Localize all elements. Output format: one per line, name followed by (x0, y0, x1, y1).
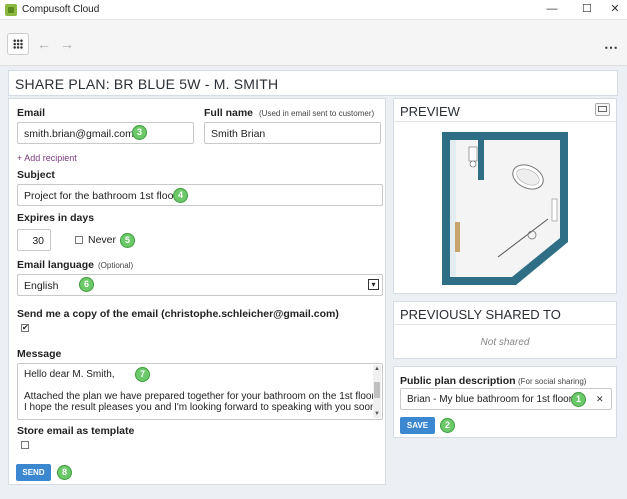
grid-icon (13, 39, 23, 49)
never-label: Never (88, 234, 117, 246)
marker-8: 8 (57, 465, 72, 480)
message-line-3: Attached the plan we have prepared toget… (24, 391, 378, 402)
store-template-checkbox[interactable] (21, 441, 29, 449)
public-description-label: Public plan description (400, 375, 516, 387)
scroll-up-icon[interactable]: ▲ (373, 365, 381, 373)
email-field[interactable]: smith.brian@gmail.com (17, 122, 194, 144)
maximize-button[interactable]: ☐ (572, 0, 602, 20)
public-description-hint: (For social sharing) (518, 377, 587, 386)
language-select[interactable]: English ▾ (17, 274, 383, 296)
previously-shared-separator (394, 324, 616, 325)
preview-title: PREVIEW (400, 104, 460, 119)
send-button[interactable]: SEND (16, 464, 51, 481)
send-copy-checkbox[interactable]: ✔ (21, 324, 29, 332)
message-textarea[interactable]: Hello dear M. Smith, Attached the plan w… (17, 363, 383, 420)
template-label: Store email as template (17, 425, 135, 437)
language-hint: (Optional) (98, 261, 134, 270)
scroll-down-icon[interactable]: ▼ (373, 410, 381, 418)
forward-button[interactable]: → (56, 33, 78, 55)
message-line-1: Hello dear M. Smith, (24, 369, 115, 380)
apps-grid-button[interactable] (7, 33, 29, 55)
marker-3: 3 (132, 125, 147, 140)
marker-7: 7 (135, 367, 150, 382)
page-body: SHARE PLAN: BR BLUE 5W - M. SMITH Email … (0, 66, 627, 499)
window-titlebar: Compusoft Cloud — ☐ ✕ (0, 0, 627, 20)
marker-6: 6 (79, 277, 94, 292)
scroll-thumb[interactable] (374, 382, 380, 398)
minimize-button[interactable]: — (537, 0, 567, 20)
message-line-4: I hope the result pleases you and I'm lo… (24, 402, 379, 413)
not-shared-text: Not shared (480, 337, 530, 348)
fullname-hint: (Used in email sent to customer) (259, 109, 375, 118)
page-header: SHARE PLAN: BR BLUE 5W - M. SMITH (8, 70, 618, 96)
clear-icon[interactable]: ✕ (596, 394, 604, 405)
monitor-icon[interactable] (595, 103, 610, 116)
add-recipient-link[interactable]: + Add recipient (17, 153, 77, 163)
floor-plan-image[interactable] (436, 127, 574, 290)
public-description-card: Public plan description (For social shar… (393, 366, 617, 438)
chevron-down-icon: ▾ (368, 279, 379, 290)
more-options-icon[interactable]: ⋯ (604, 40, 619, 54)
toolbar: ← → ⋯ (0, 20, 627, 66)
fullname-field[interactable]: Smith Brian (204, 122, 381, 144)
save-button[interactable]: SAVE (400, 417, 435, 434)
marker-4: 4 (173, 188, 188, 203)
preview-separator (394, 121, 616, 122)
copy-label: Send me a copy of the email (christophe.… (17, 308, 339, 320)
previously-shared-title: PREVIOUSLY SHARED TO (400, 307, 561, 322)
app-icon (5, 4, 17, 16)
subject-field[interactable]: Project for the bathroom 1st floor (17, 184, 383, 206)
message-line-2 (24, 380, 376, 391)
fullname-label: Full name (204, 107, 254, 119)
marker-1: 1 (571, 392, 586, 407)
share-form: Email Full name (Used in email sent to c… (8, 98, 386, 485)
preview-card: PREVIEW (393, 98, 617, 294)
marker-2: 2 (440, 418, 455, 433)
previously-shared-card: PREVIOUSLY SHARED TO Not shared (393, 301, 617, 359)
email-label: Email (17, 107, 46, 119)
page-title: SHARE PLAN: BR BLUE 5W - M. SMITH (15, 76, 279, 92)
back-button[interactable]: ← (33, 33, 55, 55)
language-label: Email language (17, 259, 95, 271)
message-scrollbar[interactable]: ▲ ▼ (373, 365, 381, 418)
message-label: Message (17, 348, 62, 360)
language-selected: English (24, 280, 59, 292)
close-button[interactable]: ✕ (600, 0, 627, 20)
expires-days-input[interactable]: 30 (17, 229, 51, 251)
marker-5: 5 (120, 233, 135, 248)
never-checkbox[interactable] (75, 236, 83, 244)
window-title: Compusoft Cloud (22, 4, 100, 15)
subject-label: Subject (17, 169, 55, 181)
expires-label: Expires in days (17, 212, 95, 224)
